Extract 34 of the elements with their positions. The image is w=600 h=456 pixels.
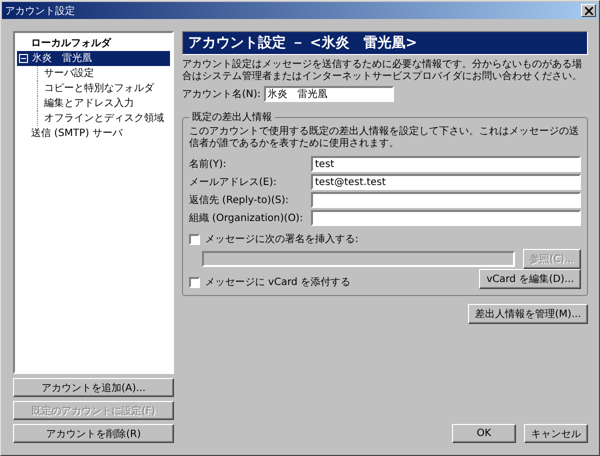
- input-field[interactable]: [311, 192, 581, 208]
- page-header: アカウント設定 － <氷炎 雷光凰>: [182, 31, 588, 55]
- field-label: 返信先 (Reply-to)(S):: [189, 194, 290, 207]
- checkbox-label: メッセージに次の署名を挿入する:: [205, 232, 358, 246]
- dialog-button[interactable]: OK: [452, 424, 516, 443]
- field-label: メールアドレス(E):: [189, 176, 278, 189]
- checkbox[interactable]: [189, 276, 200, 288]
- group-description: このアカウントで使用する既定の差出人情報を設定して下さい。これはメッセージの送信者が誰であるかを表すために使用されます。: [189, 126, 580, 150]
- input-field[interactable]: [311, 210, 581, 226]
- collapse-icon[interactable]: [19, 54, 28, 63]
- tree-item[interactable]: 送信 (SMTP) サーバ: [17, 126, 170, 141]
- account-button[interactable]: アカウントを追加(A)...: [13, 378, 174, 397]
- input-field[interactable]: test: [311, 156, 581, 172]
- field-label: 組織 (Organization)(O):: [189, 212, 304, 225]
- tree-item[interactable]: コピーと特別なフォルダ: [37, 81, 154, 96]
- close-icon: [584, 6, 592, 14]
- intro-text: アカウント設定はメッセージを送信するために必要な情報です。分からないものがある場合はシステム管理者またはインターネットサービスプロバイダにお問い合わせください。: [182, 59, 583, 83]
- checkbox-label: メッセージに vCard を添付する: [205, 276, 351, 289]
- tree-item[interactable]: オフラインとディスク領域: [37, 111, 164, 126]
- tree-item[interactable]: ローカルフォルダ: [17, 36, 170, 51]
- account-name-field[interactable]: 氷炎 雷光凰: [264, 86, 394, 102]
- window-title: アカウント設定: [5, 4, 75, 18]
- close-button[interactable]: [581, 4, 596, 17]
- group-title: 既定の差出人情報: [191, 110, 273, 124]
- manage-identities-button[interactable]: 差出人情報を管理(M)...: [468, 304, 588, 324]
- account-button[interactable]: アカウントを削除(R): [13, 424, 174, 443]
- edit-vcard-button[interactable]: vCard を編集(D)...: [479, 269, 581, 289]
- field-label: アカウント名(N):: [182, 88, 261, 101]
- tree-item[interactable]: サーバ設定: [37, 66, 94, 81]
- input-field[interactable]: test@test.test: [311, 174, 581, 190]
- tree-item[interactable]: 氷炎 雷光凰: [17, 51, 170, 66]
- dialog-button[interactable]: キャンセル: [524, 424, 588, 443]
- tree-item[interactable]: 編集とアドレス入力: [37, 96, 134, 111]
- field-label: 名前(Y):: [189, 158, 228, 171]
